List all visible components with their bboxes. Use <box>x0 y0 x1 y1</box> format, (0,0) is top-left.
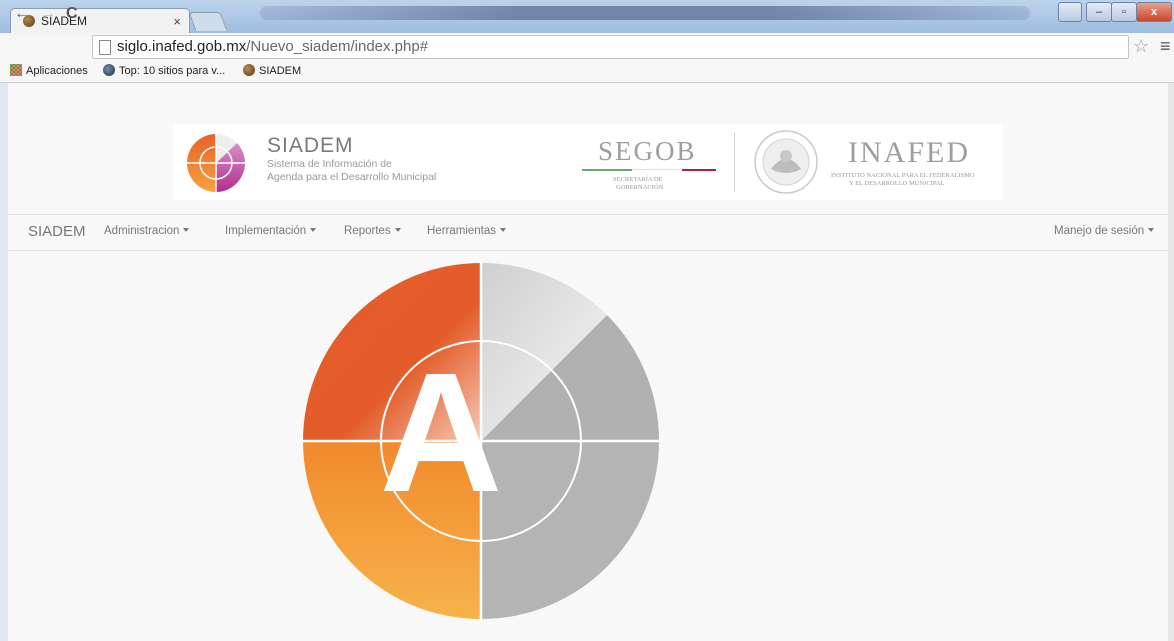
reload-icon[interactable]: C <box>66 5 78 23</box>
blurred-window-title <box>260 6 1030 20</box>
header-banner: SIADEM Sistema de Información de Agenda … <box>173 124 1003 200</box>
hero-logo: A <box>300 260 662 622</box>
caret-down-icon <box>310 228 317 232</box>
nav-label: Administracion <box>104 225 180 237</box>
segob-stripe-red <box>682 169 716 171</box>
siadem-subtitle-2: Agenda para el Desarrollo Municipal <box>267 171 437 183</box>
inafed-title: INAFED <box>848 136 970 169</box>
page-icon <box>99 40 111 55</box>
new-tab-button[interactable] <box>188 12 228 31</box>
bookmark-label: Aplicaciones <box>26 65 88 77</box>
inafed-sub-2: Y EL DESARROLLO MUNICIPAL <box>849 180 945 187</box>
close-window-button[interactable]: x <box>1136 2 1172 22</box>
main-navbar: SIADEM Administracion Implementación Rep… <box>8 214 1168 251</box>
scrollbar[interactable] <box>1168 83 1174 641</box>
caret-down-icon <box>183 228 190 232</box>
segob-stripe-white <box>632 169 682 172</box>
nav-label: Herramientas <box>427 225 497 237</box>
segob-stripe-green <box>582 169 632 171</box>
bookmark-apps[interactable]: Aplicaciones <box>10 64 88 77</box>
caret-down-icon <box>394 228 401 232</box>
minimize-button[interactable]: – <box>1086 2 1112 22</box>
apps-grid-icon <box>10 64 22 76</box>
bookmarks-bar: Aplicaciones Top: 10 sitios para v... SI… <box>0 61 1174 83</box>
mexico-seal-icon <box>754 130 818 194</box>
address-bar[interactable]: siglo.inafed.gob.mx/Nuevo_siadem/index.p… <box>92 35 1129 59</box>
siadem-subtitle-1: Sistema de Información de <box>267 158 392 170</box>
nav-administracion[interactable]: Administracion <box>104 225 190 237</box>
inafed-sub-1: INSTITUTO NACIONAL PARA EL FEDERALISMO <box>831 172 975 179</box>
nav-herramientas[interactable]: Herramientas <box>427 225 507 237</box>
segob-sub-2: GOBERNACIÓN <box>616 184 664 191</box>
banner-divider <box>734 132 735 192</box>
caret-down-icon <box>1148 228 1155 232</box>
bookmark-top10[interactable]: Top: 10 sitios para v... <box>103 64 225 77</box>
hero-letter: A <box>380 338 503 528</box>
nav-label: Implementación <box>225 225 307 237</box>
globe-person-icon <box>103 64 115 76</box>
siadem-logo-icon <box>187 134 245 192</box>
maximize-button[interactable]: ▫ <box>1111 2 1137 22</box>
nav-label: Reportes <box>344 225 391 237</box>
navbar-brand[interactable]: SIADEM <box>28 223 86 240</box>
url-path: /Nuevo_siadem/index.php# <box>246 38 429 55</box>
nav-implementacion[interactable]: Implementación <box>225 225 317 237</box>
back-icon[interactable]: ← <box>14 5 30 23</box>
segob-title: SEGOB <box>598 136 697 166</box>
nav-label: Manejo de sesión <box>1054 225 1145 237</box>
menu-icon[interactable]: ≡ <box>1160 36 1171 57</box>
bookmark-label: Top: 10 sitios para v... <box>119 65 226 77</box>
siadem-title: SIADEM <box>267 134 354 157</box>
profile-button[interactable] <box>1058 2 1082 22</box>
close-tab-button[interactable]: × <box>173 14 181 29</box>
caret-down-icon <box>500 228 507 232</box>
segob-sub-1: SECRETARÍA DE <box>613 176 663 183</box>
nav-reportes[interactable]: Reportes <box>344 225 401 237</box>
star-icon[interactable]: ☆ <box>1133 36 1149 57</box>
url-host: siglo.inafed.gob.mx <box>117 38 247 55</box>
bookmark-label: SIADEM <box>259 65 302 77</box>
seal-icon <box>243 64 255 76</box>
bookmark-siadem[interactable]: SIADEM <box>243 64 301 77</box>
forward-icon[interactable]: → <box>40 5 56 23</box>
browser-tab[interactable]: SIADEM × <box>10 8 190 34</box>
nav-session[interactable]: Manejo de sesión <box>1054 225 1155 237</box>
